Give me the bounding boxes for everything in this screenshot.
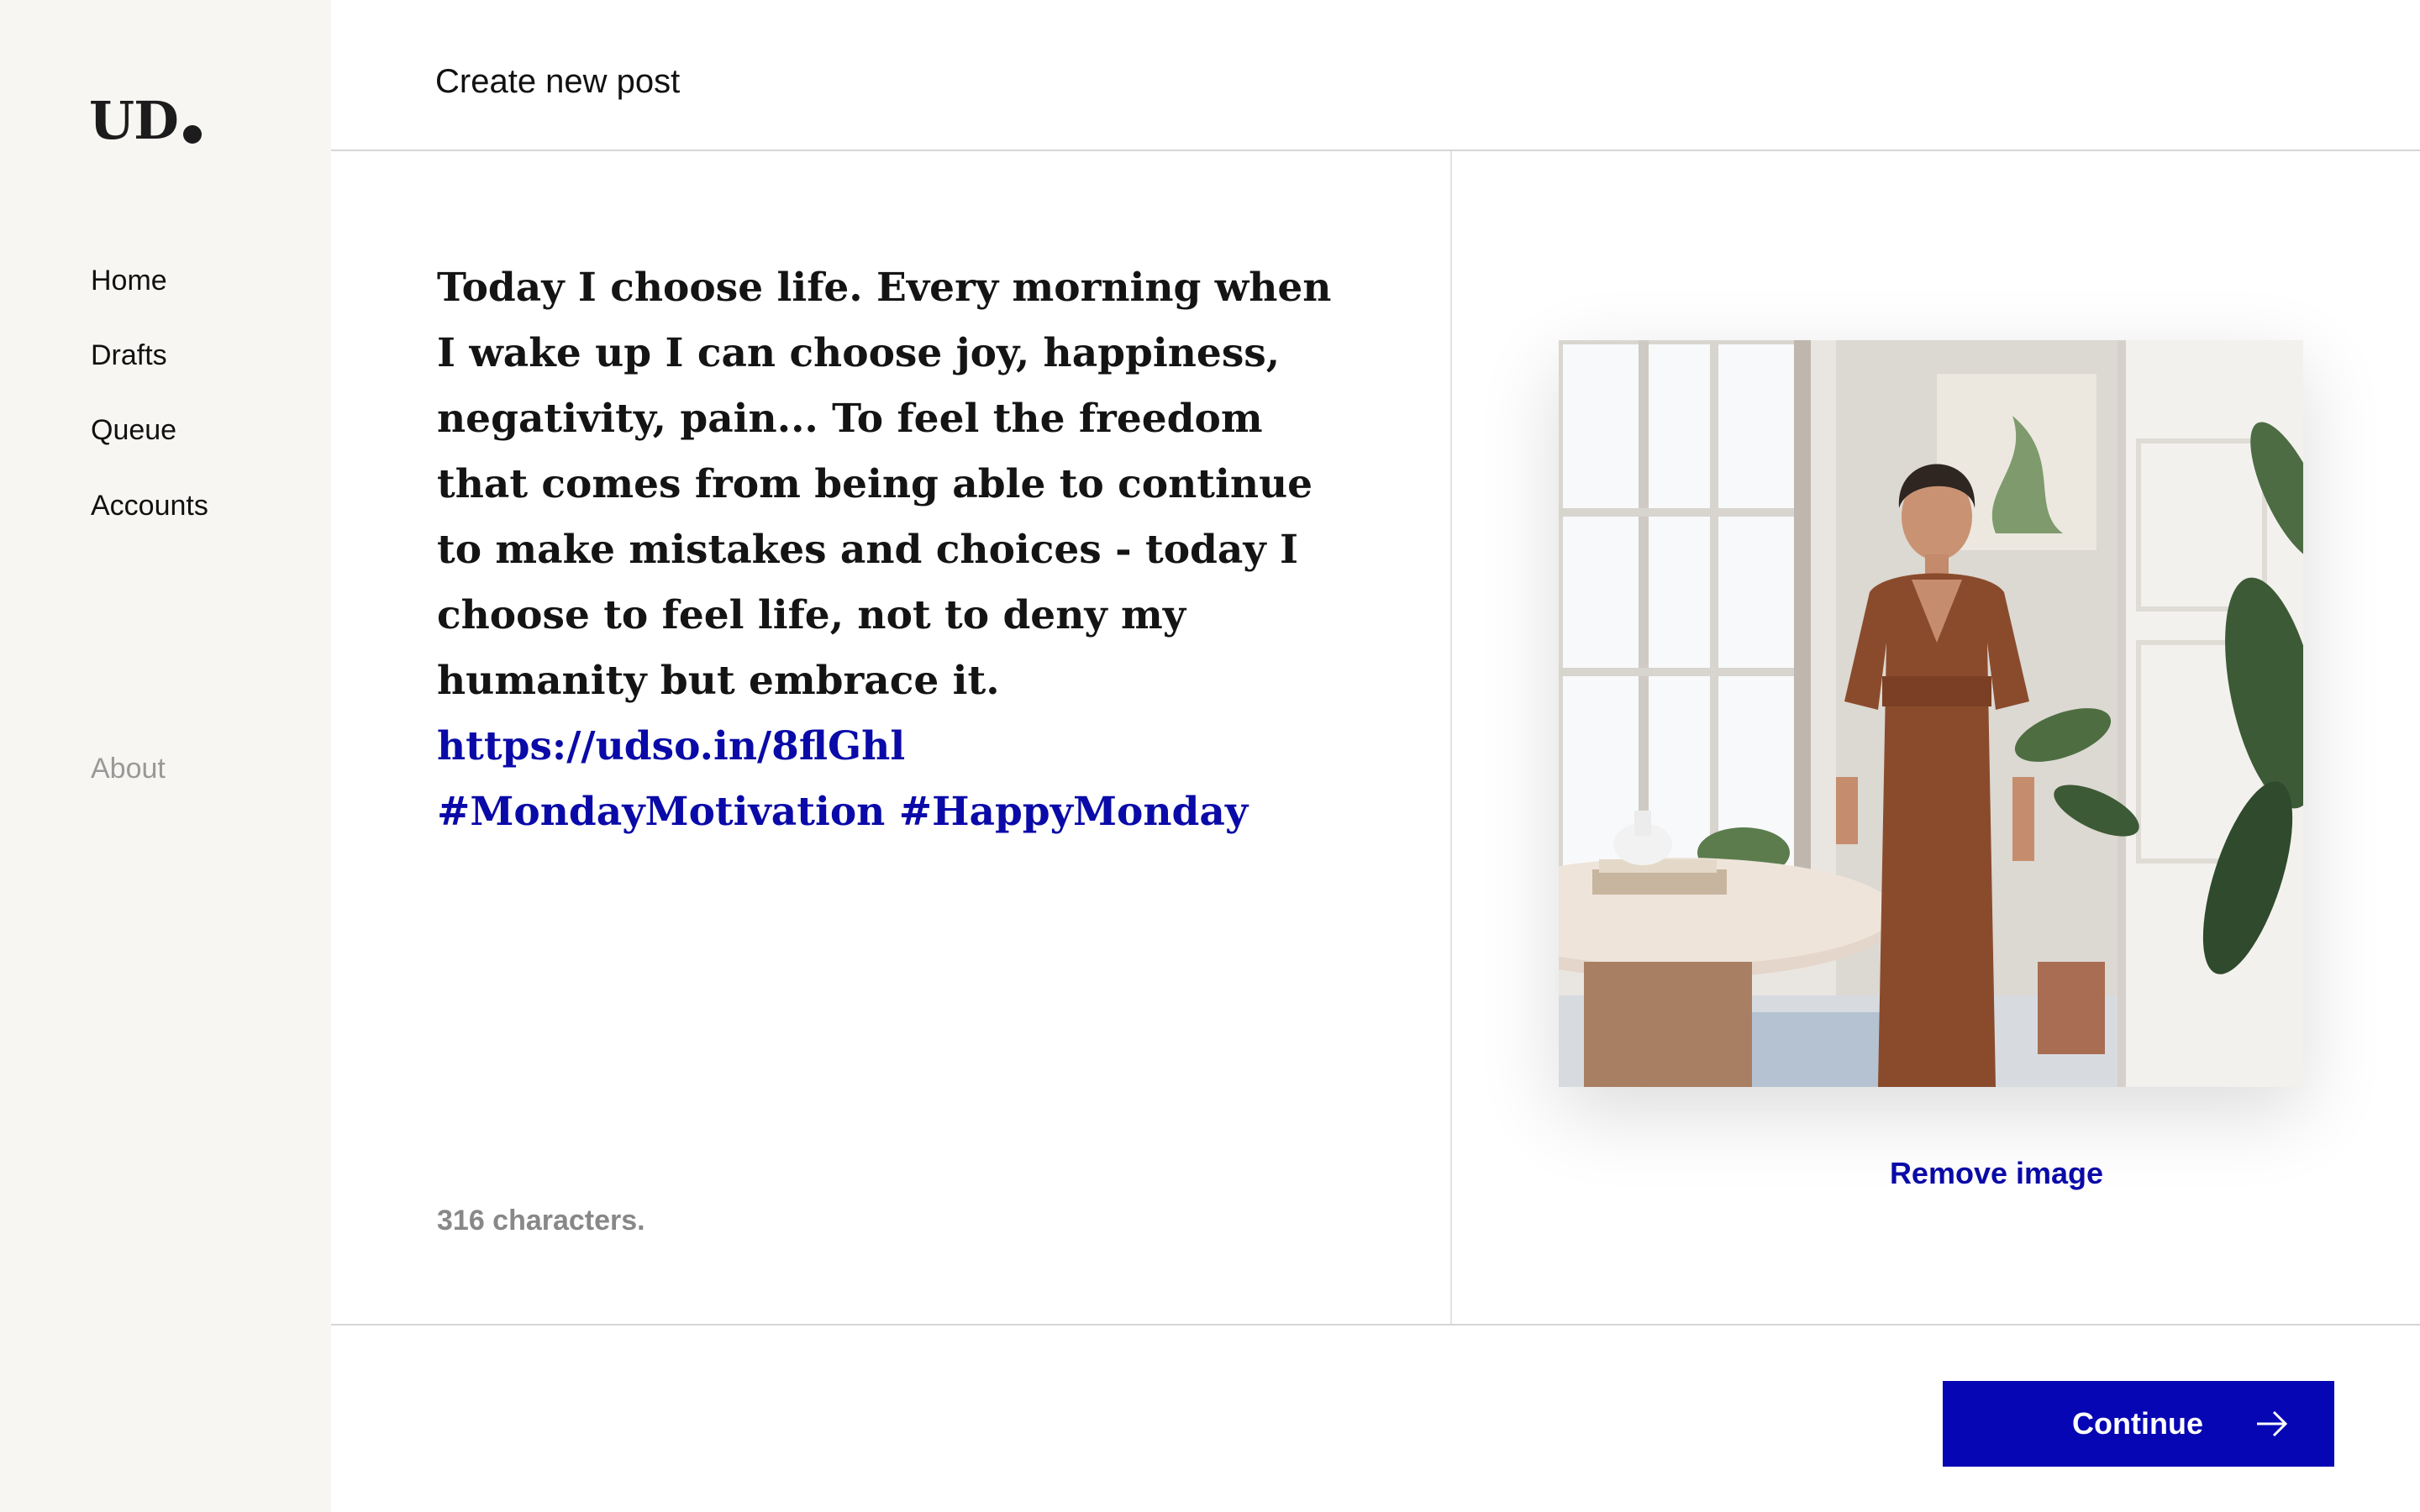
- remove-image-button[interactable]: Remove image: [1452, 1156, 2420, 1191]
- page-title: Create new post: [435, 63, 681, 100]
- logo[interactable]: UD: [89, 87, 202, 155]
- post-text-area[interactable]: Today I choose life. Every morning when …: [437, 255, 1344, 845]
- logo-text: UD: [89, 90, 179, 151]
- image-panel: Remove image: [1452, 151, 2420, 1326]
- nav-item-queue[interactable]: Queue: [91, 412, 176, 449]
- header: Create new post: [331, 0, 2420, 151]
- app: UD Home Drafts Queue Accounts About Crea…: [0, 0, 2420, 1512]
- nav-item-drafts[interactable]: Drafts: [91, 337, 167, 374]
- footer: Continue: [331, 1324, 2420, 1512]
- sidebar: UD Home Drafts Queue Accounts About: [0, 0, 331, 1512]
- post-body: Today I choose life. Every morning when …: [437, 265, 1332, 704]
- character-count: 316 characters.: [437, 1205, 645, 1236]
- post-link[interactable]: https://udso.in/8flGhl: [437, 714, 1344, 780]
- post-editor[interactable]: Today I choose life. Every morning when …: [331, 151, 1452, 1326]
- post-image: [1559, 340, 2303, 1087]
- nav-item-home[interactable]: Home: [91, 262, 167, 299]
- logo-dot: [182, 125, 202, 144]
- post-hashtags[interactable]: #MondayMotivation #HappyMonday: [437, 780, 1344, 845]
- nav-item-accounts[interactable]: Accounts: [91, 487, 208, 524]
- continue-button[interactable]: Continue: [1943, 1381, 2334, 1467]
- post-image-illustration: [1559, 340, 2303, 1087]
- arrow-right-icon: [2255, 1410, 2289, 1446]
- continue-label: Continue: [2072, 1406, 2203, 1441]
- nav-item-about[interactable]: About: [91, 750, 166, 787]
